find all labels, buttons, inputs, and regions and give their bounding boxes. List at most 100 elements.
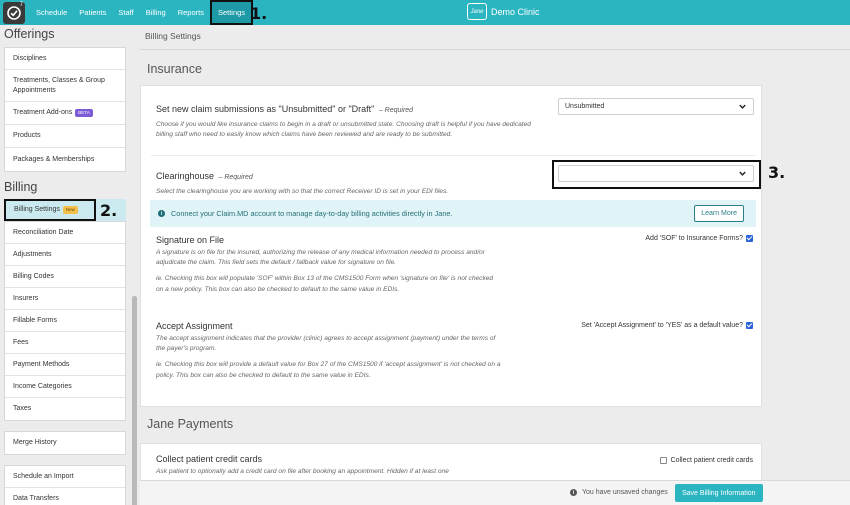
offerings-heading: Offerings: [4, 27, 55, 41]
assignment-help-example: ie. Checking this box will provide a def…: [156, 361, 501, 379]
clearinghouse-title: Clearinghouse: [156, 171, 215, 181]
nav-patients[interactable]: Patients: [73, 0, 112, 25]
sidebar-item-label: Payment Methods: [13, 360, 70, 368]
collect-cards-checkbox[interactable]: [659, 457, 667, 464]
sidebar-item-insurers[interactable]: Insurers: [5, 288, 125, 310]
save-bar: i You have unsaved changes Save Billing …: [140, 480, 850, 505]
sidebar-item-label: Fillable Forms: [13, 316, 57, 324]
claim-required-label: – Required: [378, 107, 414, 114]
sidebar-item-label: Income Categories: [13, 382, 72, 390]
sidebar-item-label: Adjustments: [13, 250, 52, 258]
collect-cards-help-text: Ask patient to optionally add a credit c…: [156, 468, 449, 475]
signature-help-text: A signature is on file for the insured, …: [156, 249, 485, 267]
sidebar-item-label: Reconciliation Date: [13, 228, 74, 236]
sidebar-item-reconciliation-date[interactable]: Reconciliation Date: [5, 222, 125, 244]
clearinghouse-select[interactable]: [558, 165, 754, 182]
unsaved-notice: i You have unsaved changes: [570, 489, 668, 496]
new-badge: New: [62, 206, 78, 214]
claimmd-info-text: Connect your Claim.MD account to manage …: [171, 209, 453, 218]
sidebar-item-treatments[interactable]: Treatments, Classes & Group Appointments: [5, 70, 125, 102]
settings-sidebar: Offerings Disciplines Treatments, Classe…: [0, 25, 140, 505]
sidebar-item-schedule-import[interactable]: Schedule an Import: [5, 466, 125, 488]
payments-card: Collect patient credit cards Ask patient…: [140, 443, 762, 483]
sidebar-item-label: Packages & Memberships: [13, 155, 95, 163]
assignment-title: Accept Assignment: [156, 321, 233, 331]
sof-checkbox[interactable]: [746, 235, 753, 242]
sidebar-item-billing-codes[interactable]: Billing Codes: [5, 266, 125, 288]
divider: [151, 155, 756, 156]
clinic-name: Demo Clinic: [491, 6, 540, 17]
sidebar-item-taxes[interactable]: Taxes: [5, 398, 125, 420]
signature-title: Signature on File: [156, 235, 225, 245]
collect-cards-checkbox-label: Collect patient credit cards: [670, 457, 753, 464]
offerings-group: Disciplines Treatments, Classes & Group …: [4, 47, 126, 172]
info-icon: i: [570, 489, 577, 496]
page-title: Billing Settings: [140, 25, 850, 50]
assignment-checkbox[interactable]: [746, 322, 753, 329]
sidebar-item-label: Taxes: [13, 405, 32, 413]
sidebar-item-data-transfers[interactable]: Data Transfers: [5, 488, 125, 505]
sidebar-item-treatment-addons[interactable]: Treatment Add-ons BETA: [5, 102, 125, 125]
clinic-brand: Jane Demo Clinic: [467, 3, 540, 20]
main-content: Billing Settings Insurance Set new claim…: [140, 25, 850, 505]
chevron-down-icon: [739, 171, 746, 176]
assignment-checkbox-row: Set 'Accept Assignment' to 'YES' as a de…: [581, 322, 753, 329]
beta-badge: BETA: [75, 109, 93, 117]
nav-billing[interactable]: Billing: [140, 0, 172, 25]
sidebar-item-fees[interactable]: Fees: [5, 332, 125, 354]
nav-settings[interactable]: Settings: [209, 0, 254, 25]
sidebar-item-label: Treatment Add-ons: [13, 109, 73, 117]
nav-reports[interactable]: Reports: [172, 0, 210, 25]
sidebar-item-label: Products: [13, 132, 41, 140]
clearinghouse-help-text: Select the clearinghouse you are working…: [156, 188, 449, 195]
sidebar-item-disciplines[interactable]: Disciplines: [5, 48, 125, 70]
main-nav: Schedule Patients Staff Billing Reports …: [30, 0, 254, 25]
sidebar-item-label: Disciplines: [13, 54, 47, 62]
assignment-setting: Accept Assignment The accept assignment …: [156, 321, 501, 381]
claim-status-select[interactable]: Unsubmitted: [558, 98, 754, 115]
sof-checkbox-label: Add 'SOF' to Insurance Forms?: [645, 235, 743, 242]
collect-cards-setting: Collect patient credit cards Ask patient…: [156, 454, 516, 477]
signature-setting: Signature on File A signature is on file…: [156, 235, 496, 295]
sidebar-item-fillable-forms[interactable]: Fillable Forms: [5, 310, 125, 332]
learn-more-button[interactable]: Learn More: [694, 205, 744, 222]
sidebar-item-label: Fees: [13, 338, 29, 346]
step-annotation-1: 1.: [250, 4, 268, 23]
claim-status-value: Unsubmitted: [565, 103, 605, 110]
sidebar-item-merge-history[interactable]: Merge History: [5, 432, 125, 454]
nav-staff[interactable]: Staff: [112, 0, 139, 25]
sidebar-item-label: Schedule an Import: [13, 472, 74, 480]
claim-setting-title: Set new claim submissions as "Unsubmitte…: [156, 104, 375, 114]
step-annotation-2: 2.: [100, 201, 118, 220]
save-billing-button[interactable]: Save Billing Information: [675, 484, 763, 502]
unsaved-text: You have unsaved changes: [582, 489, 668, 496]
nav-schedule[interactable]: Schedule: [30, 0, 73, 25]
sidebar-item-billing-settings[interactable]: Billing Settings New: [4, 199, 96, 221]
sidebar-item-label: Data Transfers: [13, 495, 59, 503]
sof-checkbox-row: Add 'SOF' to Insurance Forms?: [645, 235, 753, 242]
jane-payments-heading: Jane Payments: [147, 417, 234, 431]
checkmark-icon: [7, 5, 21, 20]
imports-group: Schedule an Import Data Transfers: [4, 465, 126, 505]
assignment-help-text: The accept assignment indicates that the…: [156, 335, 496, 353]
app-logo[interactable]: 7: [3, 1, 25, 24]
sidebar-item-label: Merge History: [13, 439, 57, 447]
sidebar-scrollbar-thumb[interactable]: [132, 296, 137, 496]
sidebar-item-payment-methods[interactable]: Payment Methods: [5, 354, 125, 376]
assignment-checkbox-label: Set 'Accept Assignment' to 'YES' as a de…: [581, 322, 743, 329]
claim-setting: Set new claim submissions as "Unsubmitte…: [156, 99, 541, 140]
insurance-heading: Insurance: [147, 62, 202, 76]
brand-logo: Jane: [467, 3, 487, 20]
collect-cards-checkbox-row: Collect patient credit cards: [659, 457, 753, 464]
sidebar-item-products[interactable]: Products: [5, 125, 125, 148]
sidebar-item-packages[interactable]: Packages & Memberships: [5, 148, 125, 171]
sidebar-item-label: Billing Codes: [13, 272, 54, 280]
billing-group: Reconciliation Date Adjustments Billing …: [4, 221, 126, 421]
clearinghouse-setting: Clearinghouse – Required Select the clea…: [156, 166, 536, 197]
collect-cards-title: Collect patient credit cards: [156, 454, 263, 464]
insurance-card: Set new claim submissions as "Unsubmitte…: [140, 85, 762, 407]
chevron-down-icon: [739, 104, 746, 109]
sidebar-item-adjustments[interactable]: Adjustments: [5, 244, 125, 266]
billing-heading: Billing: [4, 180, 38, 194]
sidebar-item-income-categories[interactable]: Income Categories: [5, 376, 125, 398]
